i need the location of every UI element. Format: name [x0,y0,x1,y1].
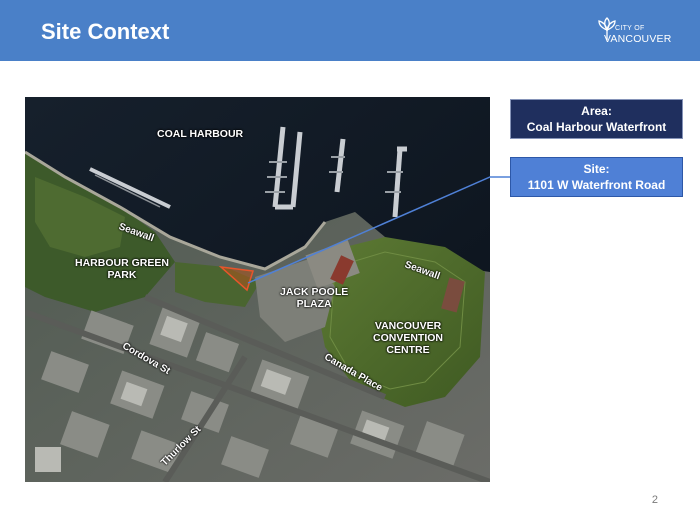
page-number: 2 [651,494,658,506]
area-value: Coal Harbour Waterfront [526,120,667,134]
site-heading: Site: [583,162,610,176]
area-heading: Area: [581,104,612,118]
jack-poole-plaza-label: JACK POOLE PLAZA [280,286,349,310]
site-value: 1101 W Waterfront Road [527,178,666,192]
logo-city-of-text: CITY OF [615,25,645,32]
area-callout: Area: Coal Harbour Waterfront [510,99,683,139]
aerial-map: COAL HARBOUR HARBOUR GREEN PARK JACK POO… [25,97,490,482]
slide-title: Site Context [41,19,170,44]
city-of-vancouver-logo: CITY OF VANCOUVER [596,14,678,50]
convention-centre-label: VANCOUVER CONVENTION CENTRE [373,320,444,356]
coal-harbour-label: COAL HARBOUR [157,128,244,140]
aerial-photo [25,97,490,482]
harbour-green-park-label: HARBOUR GREEN PARK [75,257,169,281]
site-callout: Site: 1101 W Waterfront Road [510,157,683,197]
title-bar: Site Context CITY OF VANCOUVER [0,0,700,61]
logo-vancouver-text: VANCOUVER [604,33,672,45]
